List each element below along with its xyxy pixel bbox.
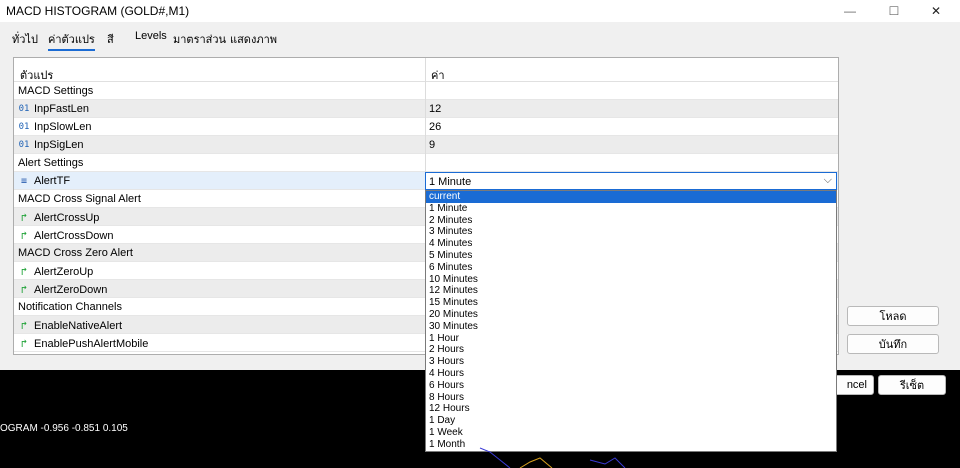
row-label: InpFastLen (34, 103, 90, 115)
close-icon: ✕ (930, 4, 942, 18)
minimize-icon: — (844, 4, 856, 18)
row-label: MACD Settings (18, 85, 94, 97)
bool-arrow-icon: ↱ (20, 265, 28, 278)
row-label: AlertCrossUp (34, 211, 100, 224)
tab-inputs[interactable]: ค่าตัวแปร (48, 30, 95, 51)
tab-scale[interactable]: มาตราส่วน (173, 30, 226, 48)
dropdown-option[interactable]: 6 Minutes (426, 262, 836, 274)
row-value[interactable]: 9 (429, 139, 435, 151)
tab-visualization[interactable]: แสดงภาพ (230, 30, 277, 48)
dropdown-option[interactable]: 1 Minute (426, 203, 836, 215)
minimize-button[interactable]: — (828, 0, 872, 22)
bool-arrow-icon: ↱ (20, 319, 28, 332)
integer-type-icon: 01 (18, 104, 30, 114)
row-label: InpSlowLen (34, 121, 92, 133)
dropdown-option[interactable]: 4 Minutes (426, 238, 836, 250)
row-label: InpSigLen (34, 139, 84, 151)
load-button[interactable]: โหลด (847, 306, 939, 326)
row-label: AlertCrossDown (34, 229, 114, 242)
close-button[interactable]: ✕ (914, 0, 958, 22)
tab-general[interactable]: ทั่วไป (12, 30, 38, 48)
param-row-slowlen[interactable]: 01 InpSlowLen 26 (14, 118, 838, 136)
dropdown-option[interactable]: 2 Hours (426, 344, 836, 356)
dropdown-option[interactable]: 2 Minutes (426, 215, 836, 227)
chart-signal-line (519, 457, 553, 468)
row-label: EnableNativeAlert (34, 319, 123, 332)
dropdown-option[interactable]: 6 Hours (426, 380, 836, 392)
chart-background-lines (479, 447, 626, 468)
title-bar: MACD HISTOGRAM (GOLD#,M1) — ☐ ✕ (0, 0, 960, 22)
bool-arrow-icon: ↱ (20, 229, 28, 242)
dropdown-option[interactable]: 8 Hours (426, 392, 836, 404)
row-label: EnablePushAlertMobile (34, 337, 149, 350)
dropdown-option[interactable]: 15 Minutes (426, 297, 836, 309)
param-row-siglen[interactable]: 01 InpSigLen 9 (14, 136, 838, 154)
reset-button[interactable]: รีเซ็ต (878, 375, 946, 395)
row-label: Alert Settings (18, 157, 84, 169)
dropdown-option[interactable]: 30 Minutes (426, 321, 836, 333)
indicator-status-text: OGRAM -0.956 -0.851 0.105 (0, 423, 128, 434)
dropdown-option[interactable]: 12 Hours (426, 403, 836, 415)
group-row-alert-settings: Alert Settings (14, 154, 838, 172)
bool-arrow-icon: ↱ (20, 211, 28, 224)
dropdown-option[interactable]: 3 Minutes (426, 226, 836, 238)
row-label: Notification Channels (18, 301, 122, 313)
chevron-down-icon[interactable]: ⌵ (824, 174, 832, 187)
dropdown-option[interactable]: 4 Hours (426, 368, 836, 380)
row-label: MACD Cross Zero Alert (18, 247, 133, 259)
maximize-icon: ☐ (888, 4, 900, 18)
chart-series-line-2 (589, 457, 626, 468)
alerttf-select[interactable]: 1 Minute ⌵ (425, 172, 837, 190)
dropdown-option[interactable]: 5 Minutes (426, 250, 836, 262)
bool-arrow-icon: ↱ (20, 283, 28, 296)
dropdown-option[interactable]: 3 Hours (426, 356, 836, 368)
row-value[interactable]: 26 (429, 121, 441, 133)
dropdown-option[interactable]: 10 Minutes (426, 274, 836, 286)
dropdown-option[interactable]: 1 Hour (426, 333, 836, 345)
integer-type-icon: 01 (18, 140, 30, 150)
row-label: AlertZeroUp (34, 265, 94, 278)
chart-series-line (479, 447, 511, 468)
dropdown-option[interactable]: 20 Minutes (426, 309, 836, 321)
bool-arrow-icon: ↱ (20, 337, 28, 350)
save-button[interactable]: บันทึก (847, 334, 939, 354)
row-label: AlertZeroDown (34, 283, 108, 296)
param-row-fastlen[interactable]: 01 InpFastLen 12 (14, 100, 838, 118)
dropdown-option[interactable]: current (426, 191, 836, 203)
window-title: MACD HISTOGRAM (GOLD#,M1) (6, 4, 190, 18)
maximize-button[interactable]: ☐ (872, 0, 916, 22)
row-label: MACD Cross Signal Alert (18, 193, 141, 205)
row-label: AlertTF (34, 175, 71, 187)
enum-list-icon: ≡ (20, 175, 28, 187)
tab-levels[interactable]: Levels (135, 30, 167, 42)
group-row-macd-settings: MACD Settings (14, 82, 838, 100)
grid-header: ตัวแปร ค่า (14, 58, 838, 82)
dropdown-option[interactable]: 1 Day (426, 415, 836, 427)
integer-type-icon: 01 (18, 122, 30, 132)
tab-colors[interactable]: สี (107, 30, 114, 48)
row-value[interactable]: 12 (429, 103, 441, 115)
timeframe-dropdown-list: current 1 Minute 2 Minutes 3 Minutes 4 Minut… (425, 190, 837, 452)
alerttf-selected-value: 1 Minute (429, 176, 472, 188)
dropdown-option[interactable]: 12 Minutes (426, 285, 836, 297)
dropdown-option[interactable]: 1 Week (426, 427, 836, 439)
